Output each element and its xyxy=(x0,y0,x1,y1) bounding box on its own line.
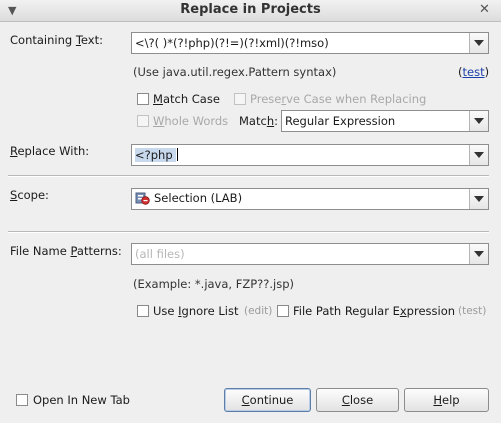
chevron-down-icon xyxy=(474,118,484,124)
match-case-label: Match Case xyxy=(153,92,220,106)
scope-value-wrapper: Selection (LAB) xyxy=(135,191,242,205)
chevron-down-icon xyxy=(474,40,484,46)
chevron-down-icon xyxy=(474,196,484,202)
separator-highlight xyxy=(8,176,489,177)
file-name-patterns-combo[interactable]: (all files) xyxy=(131,243,489,265)
edit-ignore-list-link[interactable]: (edit) xyxy=(244,305,272,317)
replace-with-label: Replace With: xyxy=(10,144,90,158)
replace-with-value[interactable]: <?php xyxy=(135,148,177,162)
match-mode-select[interactable]: Regular Expression xyxy=(281,110,489,132)
scope-dropdown-button[interactable] xyxy=(469,189,488,209)
containing-text-value[interactable]: <\?( )*(?!php)(?!=)(?!xml)(?!mso) xyxy=(135,36,329,50)
file-patterns-example: (Example: *.java, FZP??.jsp) xyxy=(133,277,294,291)
containing-text-combo[interactable]: <\?( )*(?!php)(?!=)(?!xml)(?!mso) xyxy=(131,32,489,54)
close-button[interactable]: Close xyxy=(316,388,399,412)
test-link[interactable]: test xyxy=(463,65,485,79)
replace-with-dropdown-button[interactable] xyxy=(469,145,488,165)
project-icon xyxy=(135,191,150,205)
continue-button[interactable]: Continue xyxy=(224,388,311,412)
whole-words-checkbox[interactable] xyxy=(137,115,149,127)
match-case-checkbox[interactable] xyxy=(137,93,149,105)
match-mode-value: Regular Expression xyxy=(285,114,396,128)
file-path-regex-checkbox[interactable] xyxy=(277,305,289,317)
containing-text-dropdown-button[interactable] xyxy=(469,33,488,53)
open-in-new-tab-checkbox[interactable] xyxy=(16,394,28,406)
close-icon[interactable]: ✕ xyxy=(479,2,490,17)
use-ignore-list-checkbox[interactable] xyxy=(137,305,149,317)
scope-select[interactable]: Selection (LAB) xyxy=(131,188,489,210)
separator-highlight xyxy=(8,232,489,233)
test-file-path-regex-link[interactable]: (test) xyxy=(458,305,486,317)
open-in-new-tab-label: Open In New Tab xyxy=(33,393,130,407)
regex-syntax-hint: (Use java.util.regex.Pattern syntax) xyxy=(133,65,337,79)
text-caret xyxy=(177,148,179,161)
file-name-patterns-label: File Name Patterns: xyxy=(10,244,122,258)
match-mode-dropdown-button[interactable] xyxy=(469,111,488,131)
file-name-patterns-placeholder[interactable]: (all files) xyxy=(135,247,185,261)
use-ignore-list-label: Use Ignore List xyxy=(153,304,239,318)
help-button[interactable]: Help xyxy=(404,388,489,412)
window-title: Replace in Projects xyxy=(180,2,321,17)
replace-with-value-wrapper[interactable]: <?php xyxy=(135,148,179,162)
chevron-down-icon xyxy=(474,251,484,257)
replace-with-combo[interactable]: <?php xyxy=(131,144,489,166)
file-name-patterns-dropdown-button[interactable] xyxy=(469,244,488,264)
chevron-down-icon xyxy=(474,152,484,158)
test-link-wrapper: (test) xyxy=(458,65,490,79)
preserve-case-checkbox[interactable] xyxy=(234,93,246,105)
file-path-regex-label: File Path Regular Expression xyxy=(293,304,456,318)
whole-words-label: Whole Words xyxy=(153,114,229,128)
containing-text-label: Containing Text: xyxy=(10,33,103,47)
preserve-case-label: Preserve Case when Replacing xyxy=(250,92,427,106)
scope-value: Selection (LAB) xyxy=(154,191,243,205)
match-mode-label: Match: xyxy=(239,114,278,128)
scope-label: Scope: xyxy=(10,188,49,202)
